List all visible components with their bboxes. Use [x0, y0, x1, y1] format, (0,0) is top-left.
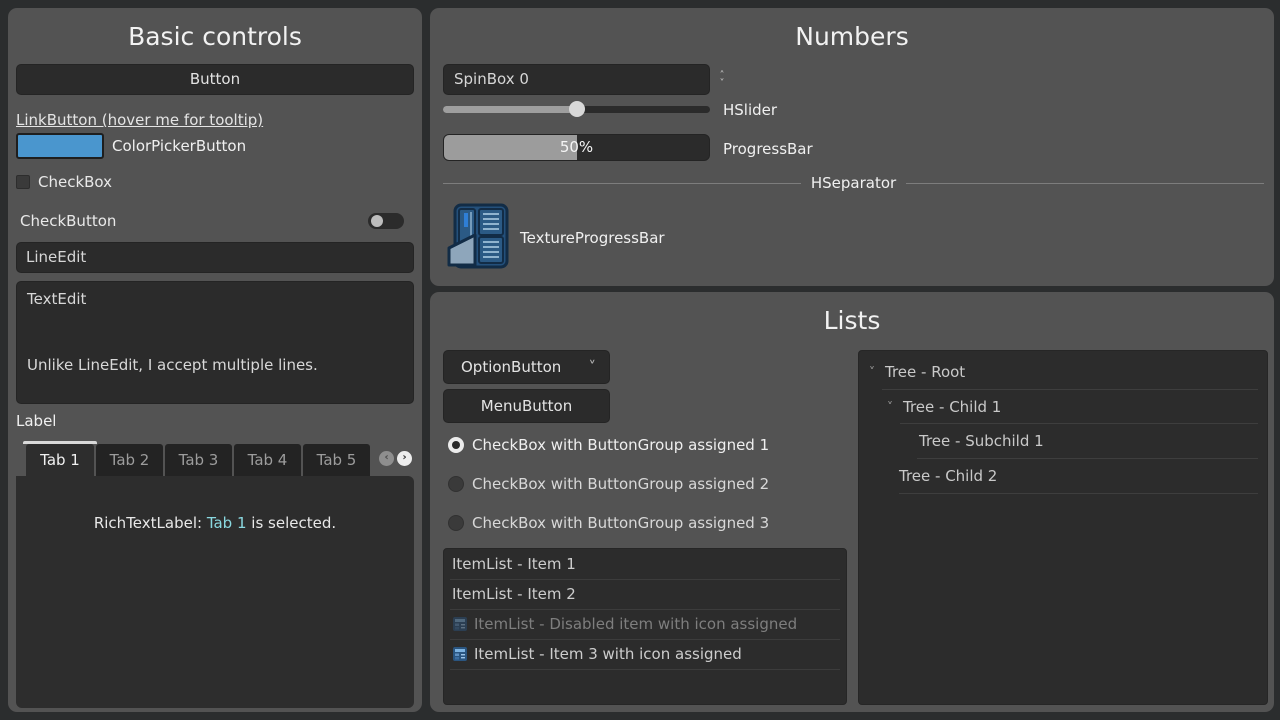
toggle-knob-icon: [371, 215, 383, 227]
spinbox-updown-icon[interactable]: ˄ ˅: [714, 64, 730, 95]
panel-title-basic: Basic controls: [8, 22, 422, 51]
progressbar-label: ProgressBar: [723, 140, 813, 158]
color-picker-button[interactable]: [16, 133, 104, 159]
list-item[interactable]: ItemList - Item 2: [444, 579, 846, 609]
list-item-icon: [452, 616, 468, 632]
tab-scroll-left-icon[interactable]: ‹: [379, 451, 394, 466]
hslider-fill: [443, 106, 577, 113]
link-button[interactable]: LinkButton (hover me for tooltip): [16, 111, 263, 129]
tree-item-child1[interactable]: ˅ Tree - Child 1: [859, 390, 1267, 424]
list-item-label: ItemList - Item 3 with icon assigned: [474, 645, 742, 663]
radio-icon[interactable]: [448, 437, 464, 453]
tab-5[interactable]: Tab 5: [303, 444, 370, 476]
radio-icon[interactable]: [448, 515, 464, 531]
tab-1[interactable]: Tab 1: [26, 444, 94, 476]
progressbar-value: 50%: [444, 135, 709, 160]
tree-item-label: Tree - Child 1: [903, 390, 1001, 424]
radio-label: CheckBox with ButtonGroup assigned 2: [472, 475, 769, 493]
radio-label: CheckBox with ButtonGroup assigned 1: [472, 436, 769, 454]
progressbar: 50%: [443, 134, 710, 161]
tree-item-child2[interactable]: Tree - Child 2: [859, 459, 1267, 493]
radio-icon[interactable]: [448, 476, 464, 492]
panel-numbers: Numbers SpinBox 0 ˄ ˅ HSlider 50% Progre…: [430, 8, 1274, 286]
lineedit-input[interactable]: LineEdit: [16, 242, 414, 273]
list-item-icon: [452, 646, 468, 662]
tree-item-label: Tree - Root: [885, 355, 965, 389]
hseparator: HSeparator: [443, 174, 1264, 192]
panel-lists: Lists OptionButton ˅ MenuButton CheckBox…: [430, 292, 1274, 712]
tab-4[interactable]: Tab 4: [234, 444, 301, 476]
panel-title-numbers: Numbers: [430, 22, 1274, 51]
texture-progressbar-icon: [443, 200, 515, 272]
textedit-input[interactable]: TextEdit Unlike LineEdit, I accept multi…: [16, 281, 414, 404]
list-separator: [450, 669, 840, 670]
hseparator-line-right: [906, 183, 1264, 184]
button[interactable]: Button: [16, 64, 414, 95]
option-button-label: OptionButton: [461, 358, 561, 376]
tree-separator: [899, 493, 1258, 494]
checkbox[interactable]: [16, 175, 30, 189]
list-item-disabled: ItemList - Disabled item with icon assig…: [444, 609, 846, 639]
menu-button[interactable]: MenuButton: [443, 389, 610, 423]
radio-label: CheckBox with ButtonGroup assigned 3: [472, 514, 769, 532]
tree-item-root[interactable]: ˅ Tree - Root: [859, 355, 1267, 389]
list-item[interactable]: ItemList - Item 1: [444, 549, 846, 579]
checkbutton-label: CheckButton: [20, 212, 116, 230]
option-button[interactable]: OptionButton ˅: [443, 350, 610, 384]
richtext-prefix: RichTextLabel:: [94, 514, 207, 532]
tab-2[interactable]: Tab 2: [96, 444, 163, 476]
hslider-grabber[interactable]: [569, 101, 585, 117]
hslider-label: HSlider: [723, 101, 777, 119]
list-item-label: ItemList - Disabled item with icon assig…: [474, 615, 797, 633]
texture-progressbar-label: TextureProgressBar: [520, 229, 665, 247]
hseparator-line-left: [443, 183, 801, 184]
tab-3[interactable]: Tab 3: [165, 444, 232, 476]
tree-item-label: Tree - Child 2: [899, 459, 997, 493]
tree: ˅ Tree - Root ˅ Tree - Child 1 Tree - Su…: [858, 350, 1268, 705]
spinbox-down-icon[interactable]: ˅: [720, 80, 725, 88]
richtextlabel: RichTextLabel: Tab 1 is selected.: [16, 514, 414, 532]
chevron-down-icon: ˅: [589, 351, 597, 383]
tree-collapse-icon[interactable]: ˅: [869, 355, 875, 389]
panel-basic-controls: Basic controls Button LinkButton (hover …: [8, 8, 422, 712]
tree-collapse-icon[interactable]: ˅: [887, 390, 893, 424]
color-picker-label: ColorPickerButton: [112, 137, 246, 155]
list-item[interactable]: ItemList - Item 3 with icon assigned: [444, 639, 846, 669]
panel-title-lists: Lists: [430, 306, 1274, 335]
tree-item-subchild1[interactable]: Tree - Subchild 1: [859, 424, 1267, 458]
checkbox-label[interactable]: CheckBox: [38, 173, 112, 191]
tab-content-panel: RichTextLabel: Tab 1 is selected.: [16, 476, 414, 708]
textedit-line2: Unlike LineEdit, I accept multiple lines…: [27, 356, 318, 374]
item-list: ItemList - Item 1 ItemList - Item 2 Item…: [443, 548, 847, 705]
textedit-line1: TextEdit: [27, 290, 86, 308]
tab-scroll-right-icon[interactable]: ›: [397, 451, 412, 466]
label: Label: [16, 412, 56, 430]
checkbutton-toggle[interactable]: [368, 213, 404, 229]
spinbox-input[interactable]: SpinBox 0: [443, 64, 710, 95]
richtext-highlight: Tab 1: [207, 514, 247, 532]
hseparator-label: HSeparator: [811, 174, 896, 192]
richtext-suffix: is selected.: [247, 514, 337, 532]
tree-item-label: Tree - Subchild 1: [919, 424, 1044, 458]
